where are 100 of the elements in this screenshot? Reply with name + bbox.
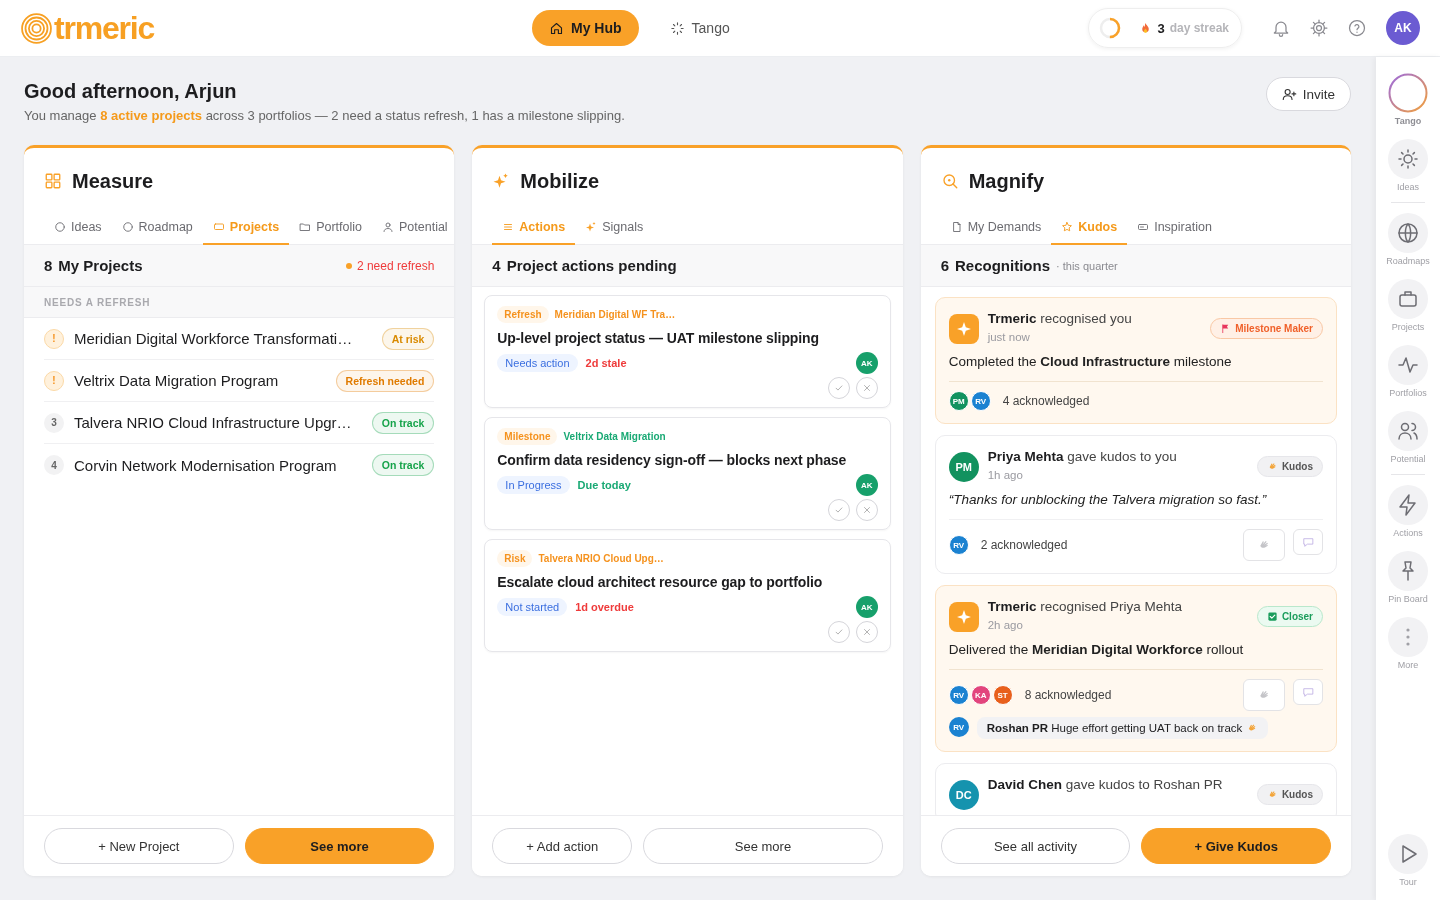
check-icon xyxy=(833,627,844,637)
check-icon xyxy=(833,383,844,393)
column-title: Measure xyxy=(72,169,154,194)
type-tag: Risk xyxy=(497,550,533,567)
pin-icon xyxy=(1388,551,1428,591)
pulse-icon xyxy=(1388,345,1428,385)
acknowledged-count: 4 acknowledged xyxy=(1002,394,1091,408)
nav-button[interactable]: My Hub xyxy=(532,10,639,46)
due-label: 2d stale xyxy=(585,357,627,369)
status-badge: Refresh needed xyxy=(335,369,435,392)
streak-count: 3 xyxy=(1157,20,1165,36)
applaud-button[interactable] xyxy=(1243,679,1285,711)
globe-icon xyxy=(1388,213,1428,253)
tab[interactable]: Ideas xyxy=(44,210,112,245)
chat-bubble-icon xyxy=(1301,685,1315,699)
action-title: Up-level project status — UAT milestone slipping xyxy=(497,330,820,346)
due-label: 1d overdue xyxy=(575,601,634,613)
nav-button[interactable]: Tango xyxy=(652,10,747,46)
tab[interactable]: Inspiration xyxy=(1127,210,1222,245)
sparkle-avatar-icon xyxy=(948,602,979,632)
section-note: · this quarter xyxy=(1056,259,1118,272)
recognition-headline: Priya Mehta gave kudos to you xyxy=(987,448,1178,466)
row-number: 3 xyxy=(44,412,64,433)
action-title: Escalate cloud architect resource gap to portfolio xyxy=(497,574,824,590)
recognition-headline: David Chen gave kudos to Roshan PR xyxy=(987,776,1224,794)
tab[interactable]: Potential xyxy=(372,210,455,245)
sparkle-icon xyxy=(585,221,598,233)
rings-icon xyxy=(20,11,53,45)
status-tag: Not started xyxy=(497,598,568,616)
avatar: PM xyxy=(948,452,979,482)
avatar: DC xyxy=(948,780,979,810)
brand-name: trmeric xyxy=(54,9,155,47)
ring-icon xyxy=(1388,73,1428,113)
folder-icon xyxy=(299,221,312,233)
section-title: Project actions pending xyxy=(506,257,677,274)
recognition-message: Delivered the Meridian Digital Workforce rollout xyxy=(948,642,1245,657)
status-badge: On track xyxy=(371,411,435,434)
lightning-icon xyxy=(1388,485,1428,525)
column-title: Magnify xyxy=(968,169,1045,194)
primary-button[interactable]: See more xyxy=(244,828,435,864)
project-name[interactable]: Meridian Digital Workforce Transformati… xyxy=(74,330,372,347)
outline-button[interactable]: See more xyxy=(643,828,883,864)
group-label: NEEDS A REFRESH xyxy=(24,287,455,318)
chat-bubble-icon xyxy=(1301,535,1315,549)
type-tag: Refresh xyxy=(497,306,549,323)
award-badge: Kudos xyxy=(1256,456,1323,477)
primary-button[interactable]: + Give Kudos xyxy=(1141,828,1331,864)
assignee-avatar: AK xyxy=(855,474,878,496)
recognition-message: Completed the Cloud Infrastructure milestone xyxy=(948,354,1233,369)
avatar: RV xyxy=(948,685,969,705)
outline-button[interactable]: + New Project xyxy=(44,828,234,864)
person-icon xyxy=(382,221,394,233)
award-badge: Closer xyxy=(1256,606,1323,627)
check-icon xyxy=(833,505,844,515)
action-title: Confirm data residency sign-off — blocks next phase xyxy=(497,452,848,468)
type-tag: Milestone xyxy=(497,428,558,445)
tab[interactable]: Roadmap xyxy=(111,210,203,245)
streak-label: day streak xyxy=(1169,21,1229,35)
project-name[interactable]: Veltrix Data Migration Program xyxy=(74,372,326,389)
greeting-summary: You manage 8 active projects across 3 portfolios — 2 need a status refresh, 1 has a milestone slipping. xyxy=(24,108,625,123)
assignee-avatar: AK xyxy=(855,596,878,618)
avatar: ST xyxy=(992,685,1013,705)
recognition-headline: Trmeric recognised you xyxy=(987,310,1133,328)
close-icon xyxy=(861,505,872,515)
magnifier-icon xyxy=(940,172,959,190)
column-title: Mobilize xyxy=(520,169,600,194)
tab[interactable]: Portfolio xyxy=(289,210,372,245)
status-tag: Needs action xyxy=(497,354,578,372)
refresh-note: 2 need refresh xyxy=(356,258,435,273)
acknowledged-count: 8 acknowledged xyxy=(1024,688,1113,702)
comment-button[interactable] xyxy=(1293,529,1323,555)
document-icon xyxy=(950,221,963,233)
section-title: My Projects xyxy=(58,257,143,274)
project-link[interactable]: Veltrix Data Migration xyxy=(563,431,666,442)
close-icon xyxy=(861,383,872,393)
project-name[interactable]: Corvin Network Modernisation Program xyxy=(74,456,362,474)
grid-icon xyxy=(44,172,62,190)
spinner-icon xyxy=(669,20,685,36)
star-icon xyxy=(1061,221,1074,233)
checkbox-icon xyxy=(1266,611,1278,622)
avatar: RV xyxy=(948,717,969,737)
rail-button[interactable]: Tango xyxy=(1388,73,1428,126)
project-name[interactable]: Talvera NRIO Cloud Infrastructure Upgr… xyxy=(74,414,362,431)
rectangle-icon xyxy=(212,221,225,233)
row-number: 4 xyxy=(44,455,64,475)
outline-button[interactable]: See all activity xyxy=(940,828,1131,864)
user-avatar[interactable]: AK xyxy=(1386,11,1420,45)
tab[interactable]: My Demands xyxy=(940,210,1052,245)
circle-icon xyxy=(121,221,134,233)
outline-button[interactable]: + Add action xyxy=(492,828,633,864)
applaud-button[interactable] xyxy=(1243,529,1285,561)
help-icon xyxy=(1347,18,1367,38)
comment-button[interactable] xyxy=(1293,679,1323,705)
section-count: 8 xyxy=(44,257,53,274)
alert-marker: ! xyxy=(44,370,64,391)
list-icon xyxy=(502,221,515,233)
status-badge: At risk xyxy=(381,327,435,350)
avatar: KA xyxy=(970,685,991,705)
invite-button[interactable]: Invite xyxy=(1265,77,1351,111)
tab[interactable]: Signals xyxy=(575,210,654,245)
